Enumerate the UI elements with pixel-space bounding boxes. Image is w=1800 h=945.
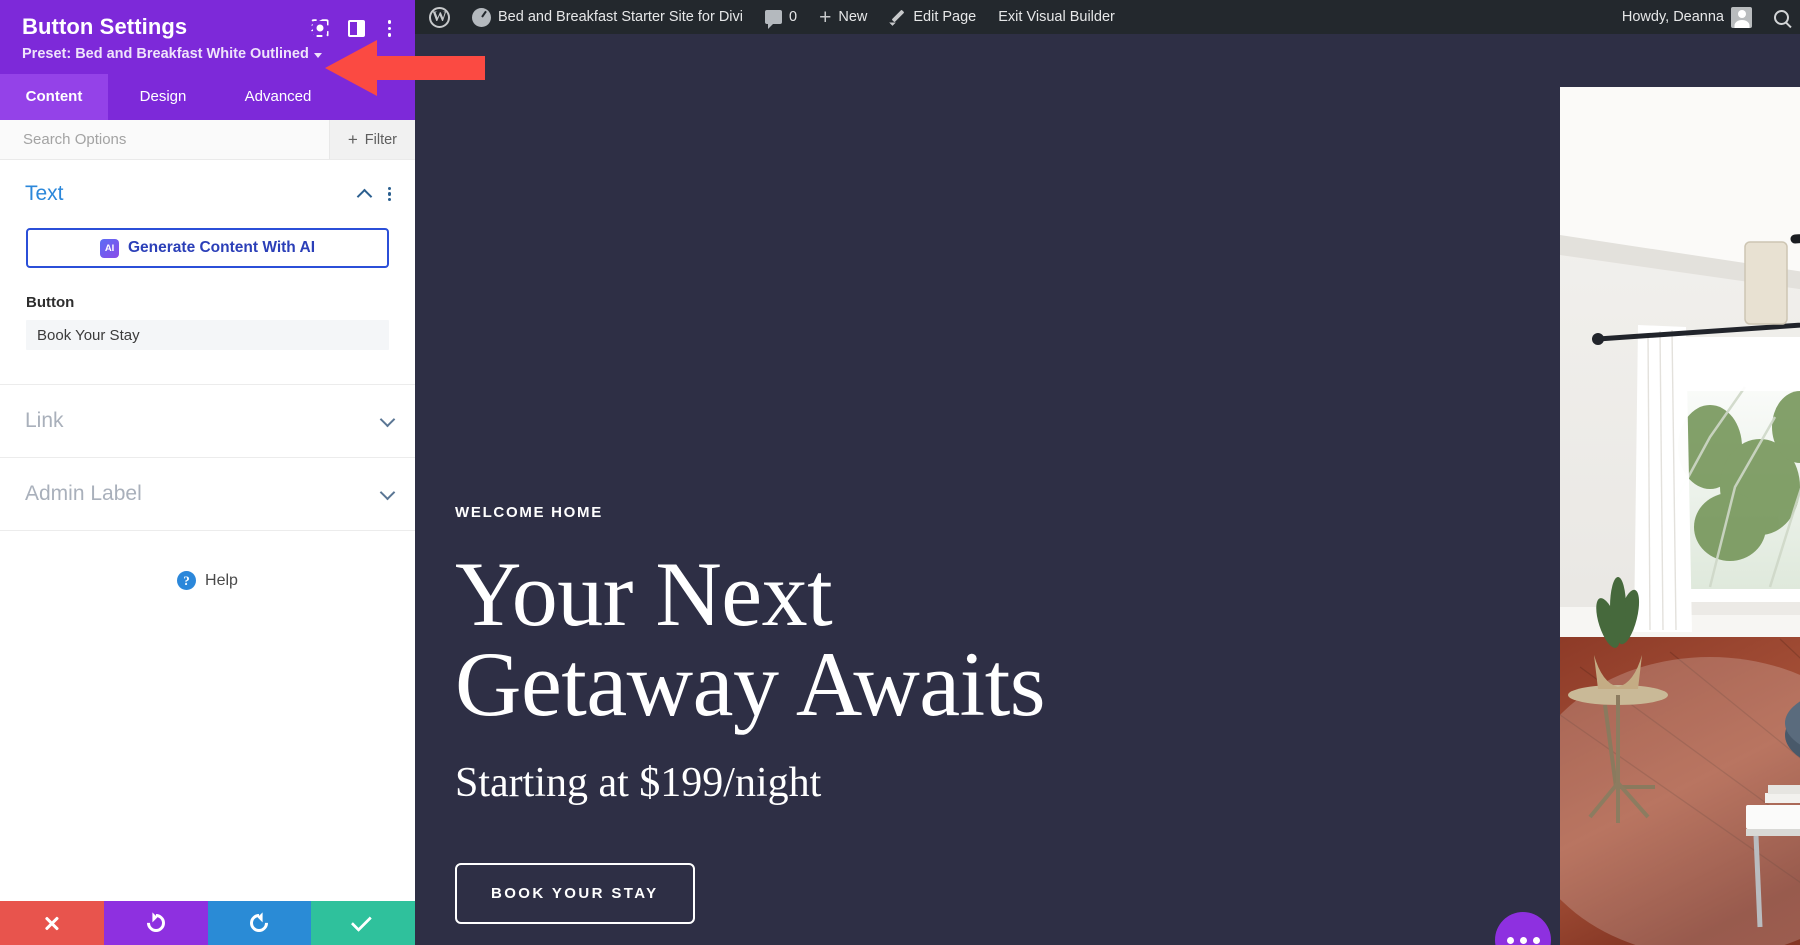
redo-button[interactable] [207, 901, 312, 945]
room-photo-illustration [1560, 87, 1800, 945]
checkmark-icon [350, 910, 372, 932]
plus-icon: + [819, 5, 832, 29]
panel-title: Button Settings [22, 14, 188, 39]
help-button[interactable]: ? Help [0, 571, 415, 590]
generate-ai-label: Generate Content With AI [127, 239, 315, 256]
preset-label: Preset: Bed and Breakfast White Outlined [22, 46, 309, 62]
button-text-field-group: Button [26, 294, 389, 350]
new-content-button[interactable]: + New [808, 0, 878, 34]
dot [387, 26, 391, 30]
section-title-admin-label: Admin Label [25, 482, 142, 505]
admin-bar-right: Howdy, Deanna [1608, 0, 1800, 34]
wordpress-logo-icon: W [429, 6, 450, 28]
comments-button[interactable]: 0 [754, 0, 808, 34]
tab-content[interactable]: Content [0, 74, 108, 120]
site-name-button[interactable]: Bed and Breakfast Starter Site for Divi [461, 0, 754, 34]
dot [387, 20, 391, 24]
page-canvas: WELCOME HOME Your Next Getaway Awaits St… [415, 34, 1800, 945]
preset-selector[interactable]: Preset: Bed and Breakfast White Outlined [22, 46, 395, 62]
hero-eyebrow: WELCOME HOME [455, 504, 603, 521]
question-circle-icon: ? [177, 571, 197, 590]
layout-panel-icon[interactable] [347, 19, 365, 37]
avatar [1731, 6, 1752, 28]
panel-action-bar [0, 901, 415, 945]
redo-arrow-icon [246, 910, 273, 936]
section-options-dots-icon[interactable] [386, 185, 393, 204]
dot [387, 186, 391, 190]
dot [387, 192, 391, 196]
search-bar: + Filter [0, 120, 415, 160]
howdy-label: Howdy, Deanna [1621, 9, 1724, 25]
comment-count: 0 [789, 9, 798, 25]
panel-body: Text AI Generate Content With AI Button [0, 160, 415, 901]
save-changes-button[interactable] [311, 901, 415, 945]
focus-target-icon[interactable] [311, 19, 329, 37]
dot [387, 198, 391, 202]
filter-button[interactable]: + Filter [328, 120, 415, 159]
hero-room-photo [1560, 87, 1800, 945]
exit-visual-builder-label: Exit Visual Builder [998, 9, 1115, 25]
page-settings-fab[interactable] [1495, 912, 1551, 945]
dashboard-speedometer-icon [472, 7, 491, 27]
panel-tabs: Content Design Advanced [0, 74, 415, 120]
panel-header-row: Button Settings [22, 14, 395, 40]
panel-header: Button Settings Preset: Bed and Breakfas… [0, 0, 415, 74]
section-header-text[interactable]: Text [0, 160, 415, 206]
hero-text-block: WELCOME HOME Your Next Getaway Awaits St… [455, 504, 1075, 925]
search-icon [1774, 9, 1789, 25]
undo-arrow-icon [142, 910, 169, 936]
section-tools-link [379, 411, 396, 428]
exit-visual-builder-button[interactable]: Exit Visual Builder [987, 0, 1126, 34]
button-settings-panel: Button Settings Preset: Bed and Breakfas… [0, 0, 415, 945]
edit-page-button[interactable]: Edit Page [878, 0, 987, 34]
hero-heading-line-2: Getaway Awaits [455, 633, 1046, 736]
edit-page-label: Edit Page [913, 9, 977, 25]
chevron-down-icon[interactable] [379, 411, 396, 428]
undo-button[interactable] [103, 901, 208, 945]
tab-design[interactable]: Design [108, 74, 218, 120]
section-tools-text [356, 185, 393, 204]
three-dots-icon-dot-2 [1519, 936, 1527, 944]
generate-content-with-ai-button[interactable]: AI Generate Content With AI [26, 228, 389, 268]
new-label: New [838, 9, 868, 25]
vertical-dots-icon[interactable] [384, 19, 396, 38]
hero-heading-line-1: Your Next [455, 543, 833, 645]
chevron-down-icon [313, 52, 322, 58]
tab-advanced[interactable]: Advanced [218, 74, 338, 120]
account-menu-button[interactable]: Howdy, Deanna [1608, 0, 1763, 34]
comment-bubble-icon [765, 10, 782, 29]
button-field-label: Button [26, 294, 75, 311]
hero-subheading: Starting at $199/night [455, 760, 822, 807]
search-button[interactable] [1763, 0, 1800, 34]
cancel-changes-button[interactable] [0, 901, 104, 945]
section-title-text: Text [25, 182, 64, 205]
hero-heading: Your Next Getaway Awaits [455, 543, 1075, 736]
search-input[interactable] [0, 120, 329, 159]
filter-label: Filter [364, 131, 397, 148]
site-name-label: Bed and Breakfast Starter Site for Divi [498, 9, 743, 25]
button-text-input[interactable] [26, 320, 389, 350]
section-title-link: Link [25, 409, 64, 432]
dot [387, 33, 391, 37]
section-tools-admin-label [379, 484, 396, 501]
panel-header-icons [311, 14, 396, 38]
ai-badge-icon: AI [99, 238, 119, 258]
plus-icon: + [347, 130, 358, 149]
chevron-down-icon[interactable] [379, 484, 396, 501]
wp-admin-bar: W Bed and Breakfast Starter Site for Div… [415, 0, 1800, 34]
screen-root: W Bed and Breakfast Starter Site for Div… [0, 0, 1800, 945]
book-your-stay-button[interactable]: BOOK YOUR STAY [455, 863, 695, 925]
chevron-up-icon[interactable] [356, 188, 373, 204]
pencil-icon [889, 9, 906, 26]
close-x-icon [43, 915, 60, 932]
section-header-link[interactable]: Link [0, 385, 415, 458]
wp-logo-button[interactable]: W [415, 0, 461, 34]
three-dots-icon-dot-1 [1506, 936, 1514, 944]
help-label: Help [205, 571, 238, 589]
section-header-admin-label[interactable]: Admin Label [0, 458, 415, 531]
three-dots-icon-dot-3 [1532, 936, 1540, 944]
